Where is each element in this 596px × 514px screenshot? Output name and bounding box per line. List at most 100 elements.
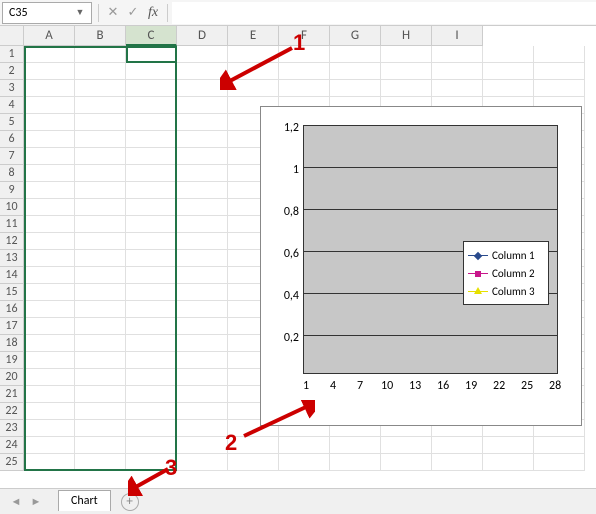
cell[interactable] — [432, 80, 483, 97]
cell[interactable] — [24, 301, 75, 318]
cell[interactable] — [126, 216, 177, 233]
cell[interactable] — [279, 80, 330, 97]
formula-input[interactable] — [172, 2, 596, 24]
cell[interactable] — [24, 403, 75, 420]
cell[interactable] — [126, 63, 177, 80]
cell[interactable] — [75, 63, 126, 80]
cell[interactable] — [75, 267, 126, 284]
cell[interactable] — [432, 437, 483, 454]
col-header-i[interactable]: I — [432, 26, 483, 46]
cell[interactable] — [279, 437, 330, 454]
tab-nav-next-icon[interactable]: ► — [29, 495, 43, 509]
row-header[interactable]: 12 — [0, 233, 24, 250]
cell[interactable] — [177, 165, 228, 182]
cell[interactable] — [177, 369, 228, 386]
cell[interactable] — [177, 97, 228, 114]
col-header-b[interactable]: B — [75, 26, 126, 46]
cell[interactable] — [177, 403, 228, 420]
add-sheet-button[interactable]: + — [121, 493, 139, 511]
row-header[interactable]: 3 — [0, 80, 24, 97]
cell[interactable] — [75, 352, 126, 369]
cell[interactable] — [24, 148, 75, 165]
cell[interactable] — [75, 216, 126, 233]
row-header[interactable]: 5 — [0, 114, 24, 131]
cell[interactable] — [177, 454, 228, 471]
cell[interactable] — [75, 284, 126, 301]
row-header[interactable]: 6 — [0, 131, 24, 148]
tab-chart[interactable]: Chart — [58, 490, 111, 511]
cell[interactable] — [483, 437, 534, 454]
cell[interactable] — [381, 63, 432, 80]
col-header-h[interactable]: H — [381, 26, 432, 46]
cell[interactable] — [330, 46, 381, 63]
row-header[interactable]: 13 — [0, 250, 24, 267]
cell[interactable] — [330, 63, 381, 80]
cell[interactable] — [24, 46, 75, 63]
cell[interactable] — [24, 318, 75, 335]
chart-object[interactable]: 1,2 1 0,8 0,6 0,4 0,2 Column 1 Column 2 — [260, 106, 582, 426]
cell[interactable] — [24, 233, 75, 250]
cell[interactable] — [177, 46, 228, 63]
cell[interactable] — [75, 318, 126, 335]
cell[interactable] — [432, 46, 483, 63]
cell[interactable] — [126, 80, 177, 97]
row-header[interactable]: 24 — [0, 437, 24, 454]
row-header[interactable]: 16 — [0, 301, 24, 318]
row-header[interactable]: 10 — [0, 199, 24, 216]
cell[interactable] — [279, 454, 330, 471]
cell[interactable] — [279, 63, 330, 80]
row-header[interactable]: 21 — [0, 386, 24, 403]
cell[interactable] — [126, 114, 177, 131]
cell[interactable] — [228, 454, 279, 471]
name-box-dropdown-icon[interactable]: ▼ — [75, 7, 85, 18]
cell[interactable] — [24, 114, 75, 131]
cell[interactable] — [483, 454, 534, 471]
row-header[interactable]: 22 — [0, 403, 24, 420]
cell[interactable] — [228, 46, 279, 63]
cell[interactable] — [126, 165, 177, 182]
chart-legend[interactable]: Column 1 Column 2 Column 3 — [463, 241, 549, 305]
cell[interactable] — [126, 318, 177, 335]
cell[interactable] — [177, 182, 228, 199]
cell[interactable] — [75, 437, 126, 454]
cell[interactable] — [483, 46, 534, 63]
row-header[interactable]: 4 — [0, 97, 24, 114]
cell[interactable] — [228, 80, 279, 97]
cell[interactable] — [177, 386, 228, 403]
cell[interactable] — [24, 267, 75, 284]
cell[interactable] — [177, 114, 228, 131]
cell[interactable] — [24, 97, 75, 114]
cell[interactable] — [177, 335, 228, 352]
cell[interactable] — [534, 454, 585, 471]
cell[interactable] — [177, 420, 228, 437]
cell[interactable] — [381, 80, 432, 97]
cell[interactable] — [126, 233, 177, 250]
select-all-corner[interactable] — [0, 26, 24, 46]
row-header[interactable]: 20 — [0, 369, 24, 386]
cell[interactable] — [177, 250, 228, 267]
cell[interactable] — [75, 114, 126, 131]
cell[interactable] — [381, 454, 432, 471]
col-header-e[interactable]: E — [228, 26, 279, 46]
cell[interactable] — [126, 437, 177, 454]
cell[interactable] — [75, 454, 126, 471]
cell[interactable] — [75, 420, 126, 437]
cell[interactable] — [126, 267, 177, 284]
cell[interactable] — [177, 352, 228, 369]
cell[interactable] — [534, 80, 585, 97]
row-header[interactable]: 8 — [0, 165, 24, 182]
cell[interactable] — [534, 46, 585, 63]
cell[interactable] — [24, 335, 75, 352]
cell[interactable] — [126, 148, 177, 165]
row-header[interactable]: 15 — [0, 284, 24, 301]
cell[interactable] — [24, 437, 75, 454]
cell[interactable] — [24, 250, 75, 267]
cell[interactable] — [126, 301, 177, 318]
row-header[interactable]: 25 — [0, 454, 24, 471]
cell[interactable] — [177, 437, 228, 454]
cell[interactable] — [432, 63, 483, 80]
cell[interactable] — [126, 369, 177, 386]
row-header[interactable]: 23 — [0, 420, 24, 437]
cell[interactable] — [126, 131, 177, 148]
cell[interactable] — [177, 148, 228, 165]
